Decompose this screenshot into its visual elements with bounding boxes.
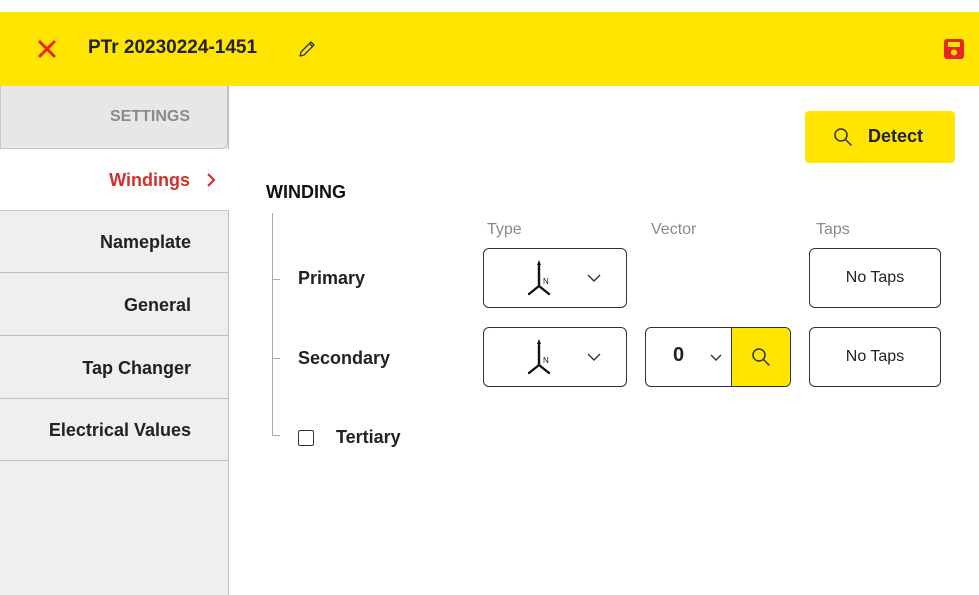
- sidebar-item-general[interactable]: General: [0, 274, 228, 336]
- secondary-taps-select[interactable]: No Taps: [809, 327, 941, 387]
- vector-search-button[interactable]: [731, 328, 790, 386]
- sidebar-item-label: SETTINGS: [109, 108, 190, 125]
- sidebar: SETTINGS Windings Nameplate General Tap …: [0, 86, 229, 595]
- chevron-down-icon: [710, 354, 722, 361]
- secondary-vector-select[interactable]: 0: [645, 327, 791, 387]
- sidebar-item-windings[interactable]: Windings: [0, 149, 229, 211]
- column-header-vector: Vector: [651, 221, 697, 238]
- search-icon: [752, 348, 770, 366]
- row-label-secondary: Secondary: [298, 348, 391, 368]
- row-label-primary: Primary: [298, 268, 366, 288]
- detect-button[interactable]: Detect: [805, 111, 955, 163]
- tree-branch: [272, 358, 280, 359]
- tertiary-checkbox[interactable]: [298, 430, 314, 446]
- sidebar-item-label: Windings: [109, 170, 190, 190]
- close-icon[interactable]: [34, 36, 60, 62]
- section-title: WINDING: [266, 182, 346, 202]
- neutral-label: N: [543, 356, 549, 365]
- sidebar-item-label: General: [123, 295, 191, 315]
- primary-type-select[interactable]: N: [483, 248, 627, 308]
- page-title: PTr 20230224-1451: [88, 37, 258, 58]
- column-header-taps: Taps: [816, 221, 850, 238]
- tree-branch: [272, 279, 280, 280]
- sidebar-item-settings[interactable]: SETTINGS: [0, 86, 228, 149]
- tree-line: [272, 213, 273, 435]
- sidebar-item-label: Electrical Values: [48, 420, 191, 440]
- secondary-type-select[interactable]: N: [483, 327, 627, 387]
- detect-label: Detect: [868, 126, 924, 146]
- search-icon: [834, 128, 852, 146]
- save-icon[interactable]: [943, 38, 965, 60]
- star-winding-icon: N: [527, 260, 551, 296]
- tree-branch: [272, 435, 280, 436]
- sidebar-item-nameplate[interactable]: Nameplate: [0, 211, 228, 273]
- sidebar-item-tap-changer[interactable]: Tap Changer: [0, 337, 228, 399]
- sidebar-item-label: Tap Changer: [82, 358, 191, 378]
- sidebar-item-electrical-values[interactable]: Electrical Values: [0, 399, 228, 461]
- chevron-right-icon: [207, 173, 216, 187]
- primary-taps-select[interactable]: No Taps: [809, 248, 941, 308]
- chevron-down-icon: [587, 274, 601, 282]
- vector-value: 0: [673, 344, 685, 366]
- top-bar: PTr 20230224-1451: [0, 12, 979, 86]
- pencil-icon[interactable]: [297, 39, 317, 59]
- chevron-down-icon: [587, 353, 601, 361]
- sidebar-item-label: Nameplate: [99, 232, 191, 252]
- neutral-label: N: [543, 277, 549, 286]
- star-winding-icon: N: [527, 339, 551, 375]
- column-header-type: Type: [487, 221, 522, 238]
- row-label-tertiary: Tertiary: [336, 427, 401, 447]
